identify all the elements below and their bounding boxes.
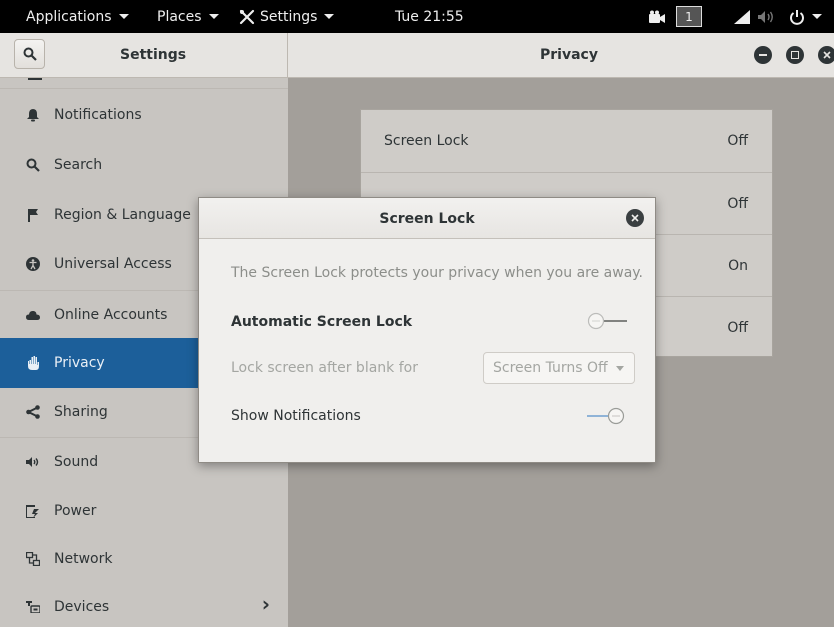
chevron-down-icon [208,14,219,19]
workspace-indicator[interactable]: 1 [676,0,702,33]
dialog-close-button[interactable] [626,209,644,227]
row-value: Off [727,196,748,212]
sidebar-item-network[interactable]: Network [0,535,288,583]
close-icon [631,214,639,222]
sidebar-item-label: Privacy [54,355,105,371]
sidebar-item-label: Sharing [54,404,108,420]
share-icon [26,405,40,419]
sidebar-item-label: Power [54,503,97,519]
chevron-down-icon [616,366,624,371]
screen-lock-dialog: Screen Lock The Screen Lock protects you… [198,197,656,463]
top-bar: Applications Places Settings Tue 21:55 1 [0,0,834,33]
row-value: Off [727,133,748,149]
close-icon [823,51,831,59]
clock-label: Tue 21:55 [395,8,464,25]
row-label: Screen Lock [384,133,469,149]
minimize-icon [759,54,767,56]
places-menu[interactable]: Places [157,0,219,33]
clock[interactable]: Tue 21:55 [395,0,464,33]
bell-icon [26,108,40,122]
dropdown-value: Screen Turns Off [493,360,608,376]
settings-app-menu-label: Settings [260,8,318,25]
workspace-number: 1 [676,6,702,27]
chevron-down-icon [812,14,822,19]
chevron-down-icon [324,14,335,19]
applications-menu[interactable]: Applications [26,0,129,33]
sidebar-item-label: Devices [54,599,110,615]
video-camera-icon[interactable] [648,0,666,33]
volume-icon[interactable] [757,0,777,33]
lock-after-label: Lock screen after blank for [231,360,418,376]
dialog-header: Screen Lock [199,198,655,239]
places-menu-label: Places [157,8,202,25]
show-notifications-switch[interactable] [585,406,627,426]
sidebar-item-label: Network [54,551,113,567]
search-button[interactable] [14,39,45,69]
power-menu[interactable] [789,0,822,33]
sidebar-item-label: Online Accounts [54,307,168,323]
hand-icon [26,356,40,370]
battery-icon [26,504,40,518]
dialog-title: Screen Lock [379,210,475,227]
show-notifications-label: Show Notifications [231,408,361,424]
close-button[interactable] [818,46,834,64]
sidebar-header: Settings [0,33,288,77]
power-icon [789,9,805,25]
automatic-screen-lock-label: Automatic Screen Lock [231,314,413,330]
list-item-screen-lock[interactable]: Screen Lock Off [361,110,772,172]
search-icon [23,47,37,61]
page-title: Privacy [540,47,598,63]
settings-app-menu[interactable]: Settings [238,0,335,33]
settings-tools-icon [238,8,256,26]
accessibility-icon [26,257,40,271]
scrolled-item-icon [28,78,42,80]
sidebar-item-label: Universal Access [54,256,172,272]
settings-title: Settings [120,47,187,63]
row-value: On [728,258,748,274]
speaker-icon [26,455,40,469]
divider [0,88,288,89]
sidebar-item-label: Notifications [54,107,142,123]
signal-icon[interactable] [733,0,751,33]
chevron-right-icon: › [261,592,270,616]
window-header: Settings Privacy [0,33,834,78]
sidebar-item-label: Sound [54,454,99,470]
cloud-icon [26,308,40,322]
maximize-icon [791,51,799,59]
dialog-description: The Screen Lock protects your privacy wh… [231,265,644,281]
automatic-screen-lock-switch[interactable] [585,311,627,331]
maximize-button[interactable] [786,46,804,64]
row-value: Off [727,320,748,336]
sidebar-item-power[interactable]: Power [0,487,288,535]
devices-icon [26,600,40,614]
lock-after-dropdown[interactable]: Screen Turns Off [483,352,635,384]
minimize-button[interactable] [754,46,772,64]
sidebar-item-notifications[interactable]: Notifications [0,91,288,139]
flag-icon [26,208,40,222]
network-icon [26,552,40,566]
chevron-down-icon [118,14,129,19]
sidebar-item-search[interactable]: Search [0,141,288,189]
sidebar-item-devices[interactable]: Devices › [0,583,288,627]
sidebar-item-label: Search [54,157,103,173]
search-icon [26,158,40,172]
applications-menu-label: Applications [26,8,112,25]
sidebar-item-label: Region & Language [54,207,191,223]
